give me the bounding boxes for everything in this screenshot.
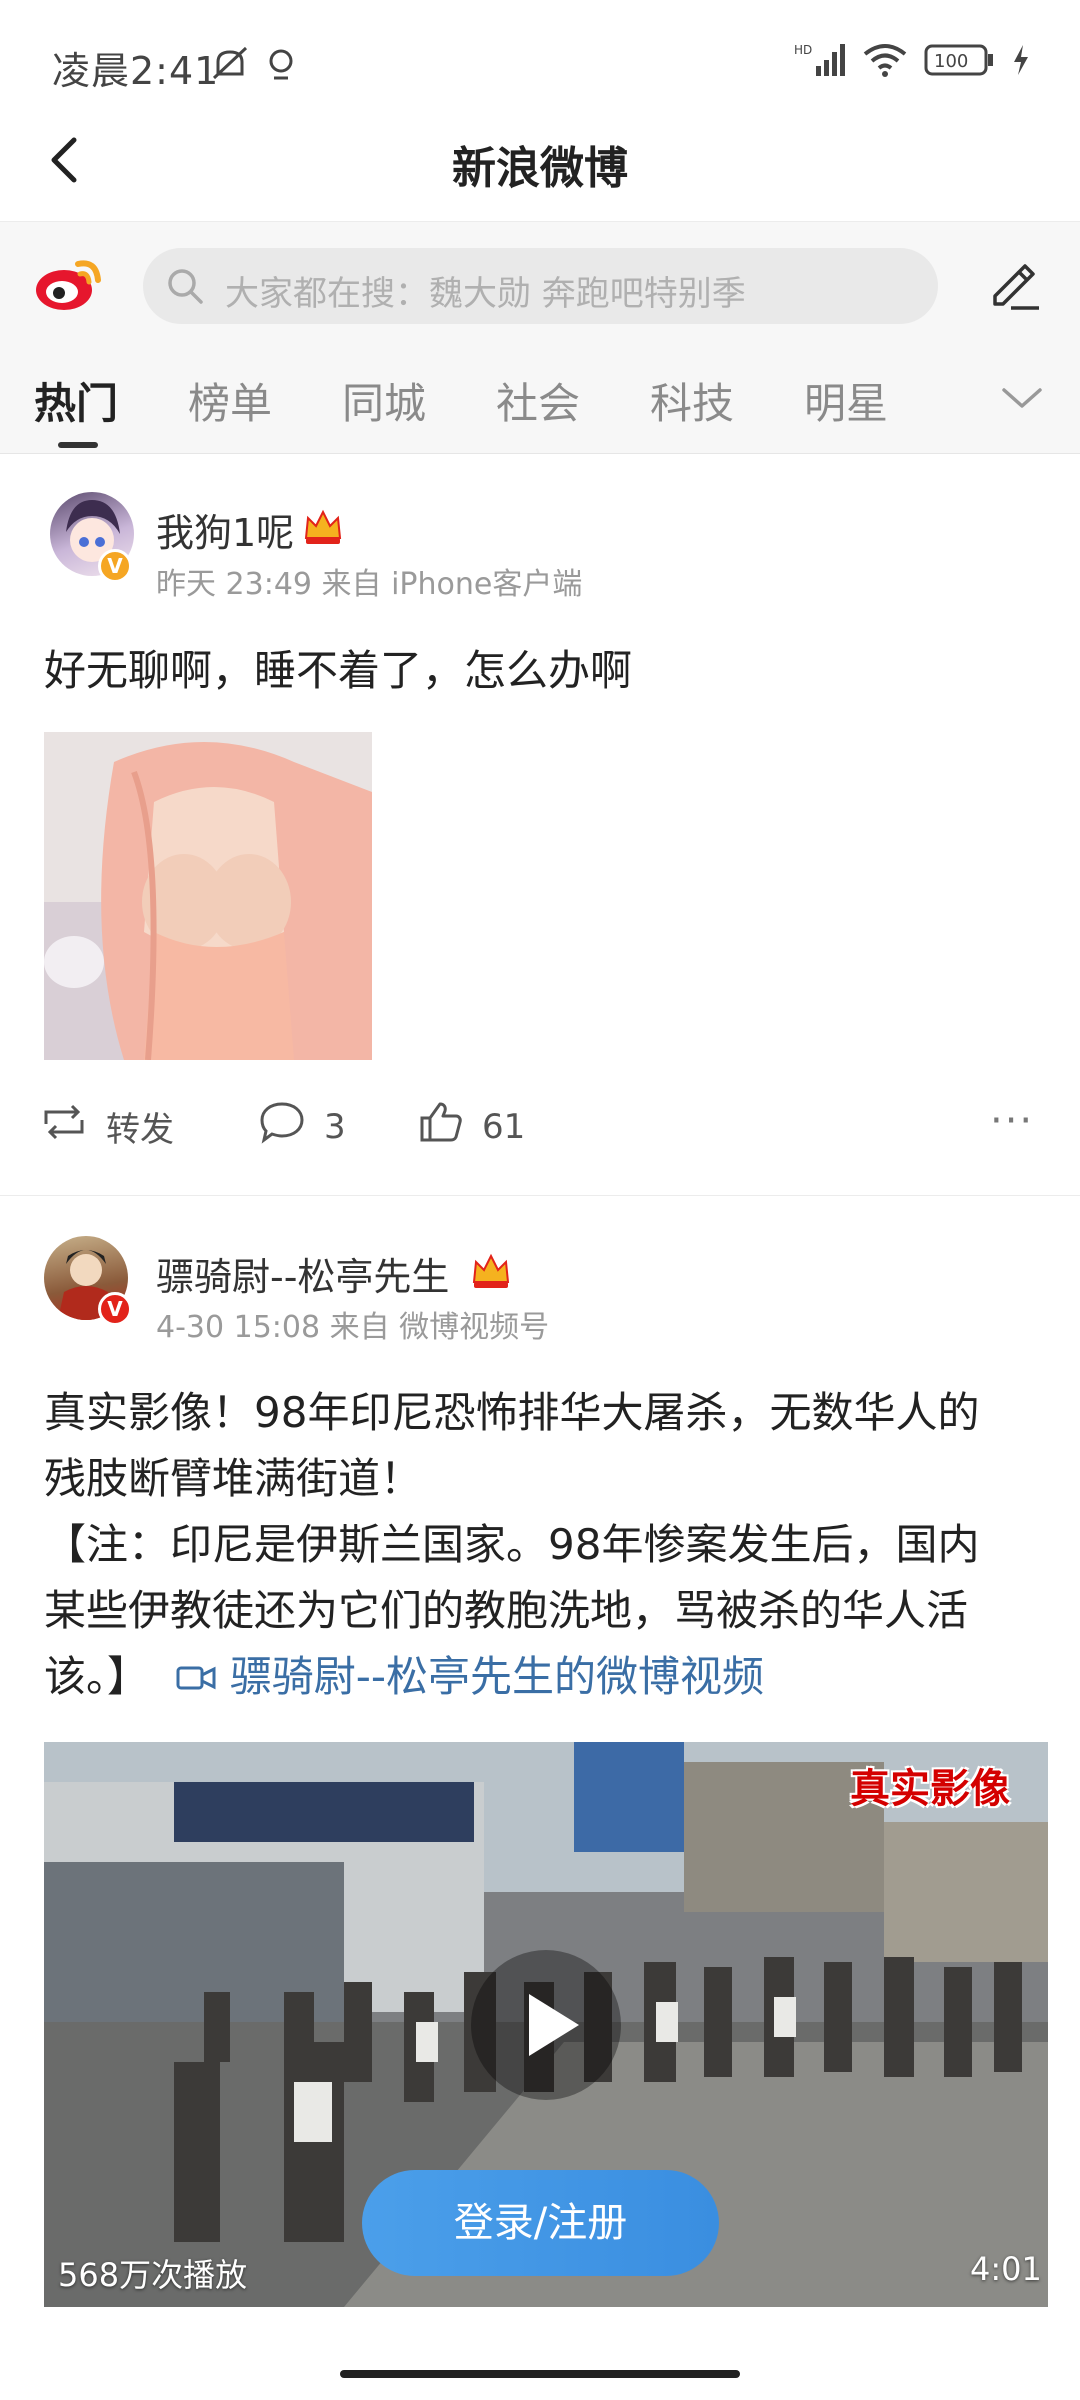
tab-local[interactable]: 同城 <box>342 370 426 431</box>
title-bar: 新浪微博 <box>0 100 1080 222</box>
verified-badge-icon: V <box>98 549 132 583</box>
svg-text:100: 100 <box>934 51 968 72</box>
post-text: 好无聊啊，睡不着了，怎么办啊 <box>44 646 633 695</box>
repost-icon <box>40 1100 88 1153</box>
tab-society[interactable]: 社会 <box>496 370 580 431</box>
video-link-label: 骠骑尉--松亭先生的微博视频 <box>229 1652 765 1701</box>
status-icons: HD 100 <box>794 42 1030 82</box>
search-placeholder: 大家都在搜：魏大勋 奔跑吧特别季 <box>225 274 746 314</box>
category-tabs: 热门 榜单 同城 社会 科技 明星 <box>0 342 1080 454</box>
weibo-logo-icon[interactable] <box>34 252 104 314</box>
post-text-line-3: 【注：印尼是伊斯兰国家。98年惨案发生后，国内 <box>44 1520 980 1569</box>
login-register-button[interactable]: 登录/注册 <box>362 2170 719 2276</box>
video-camera-icon <box>176 1666 216 1690</box>
search-header: 大家都在搜：魏大勋 奔跑吧特别季 <box>0 222 1080 342</box>
video-overlay-tag: 真实影像 <box>850 1766 1010 1812</box>
video-play-count: 568万次播放 <box>58 2256 248 2294</box>
charging-icon <box>1012 45 1030 79</box>
tab-tech[interactable]: 科技 <box>650 370 734 431</box>
like-count: 61 <box>482 1106 526 1147</box>
video-duration: 4:01 <box>970 2250 1042 2288</box>
post-text-line-5: 该。】 骠骑尉--松亭先生的微博视频 <box>44 1644 764 1710</box>
like-button[interactable]: 61 <box>416 1100 525 1153</box>
tab-ranking[interactable]: 榜单 <box>188 370 272 431</box>
play-button[interactable] <box>471 1950 621 2100</box>
post-text-line-4: 某些伊教徒还为它们的教胞洗地，骂被杀的华人活 <box>44 1586 969 1635</box>
compose-icon[interactable] <box>983 252 1043 312</box>
tab-celebrity[interactable]: 明星 <box>804 370 888 431</box>
post-text-line-1: 真实影像！98年印尼恐怖排华大屠杀，无数华人的 <box>44 1388 980 1437</box>
search-input[interactable]: 大家都在搜：魏大勋 奔跑吧特别季 <box>143 248 938 324</box>
location-icon <box>266 48 296 82</box>
video-link[interactable]: 骠骑尉--松亭先生的微博视频 <box>162 1652 764 1701</box>
more-options-icon[interactable]: ··· <box>990 1098 1034 1144</box>
crown-member-icon <box>302 508 344 546</box>
chevron-down-icon[interactable] <box>1000 380 1044 416</box>
comment-icon <box>258 1100 306 1153</box>
active-tab-indicator <box>58 442 98 448</box>
search-icon <box>165 266 205 306</box>
svg-text:HD: HD <box>794 43 812 57</box>
tab-hot[interactable]: 热门 <box>34 370 118 431</box>
mute-icon <box>208 44 252 84</box>
comment-count: 3 <box>324 1106 346 1147</box>
post-text-line-2: 残肢断臂堆满街道！ <box>44 1454 423 1503</box>
post-image[interactable] <box>44 732 372 1060</box>
post-text-end: 该。】 <box>44 1652 150 1701</box>
post-meta: 4-30 15:08 来自 微博视频号 <box>156 1310 550 1345</box>
signal-icon: HD <box>794 42 846 82</box>
crown-member-icon <box>470 1252 512 1290</box>
page-title: 新浪微博 <box>452 143 628 194</box>
battery-icon: 100 <box>924 42 996 82</box>
comment-button[interactable]: 3 <box>258 1100 346 1153</box>
post-author-name[interactable]: 骠骑尉--松亭先生 <box>156 1246 449 1301</box>
post-meta: 昨天 23:49 来自 iPhone客户端 <box>156 567 583 602</box>
verified-badge-icon: V <box>98 1292 132 1326</box>
home-indicator[interactable] <box>340 2370 740 2378</box>
repost-button[interactable]: 转发 <box>40 1100 174 1153</box>
status-time: 凌晨2:41 <box>52 49 220 93</box>
repost-label: 转发 <box>106 1110 174 1150</box>
wifi-icon <box>862 42 908 82</box>
post-divider <box>0 1195 1080 1196</box>
thumbs-up-icon <box>416 1100 464 1153</box>
post-author-name[interactable]: 我狗1呢 <box>156 502 294 557</box>
